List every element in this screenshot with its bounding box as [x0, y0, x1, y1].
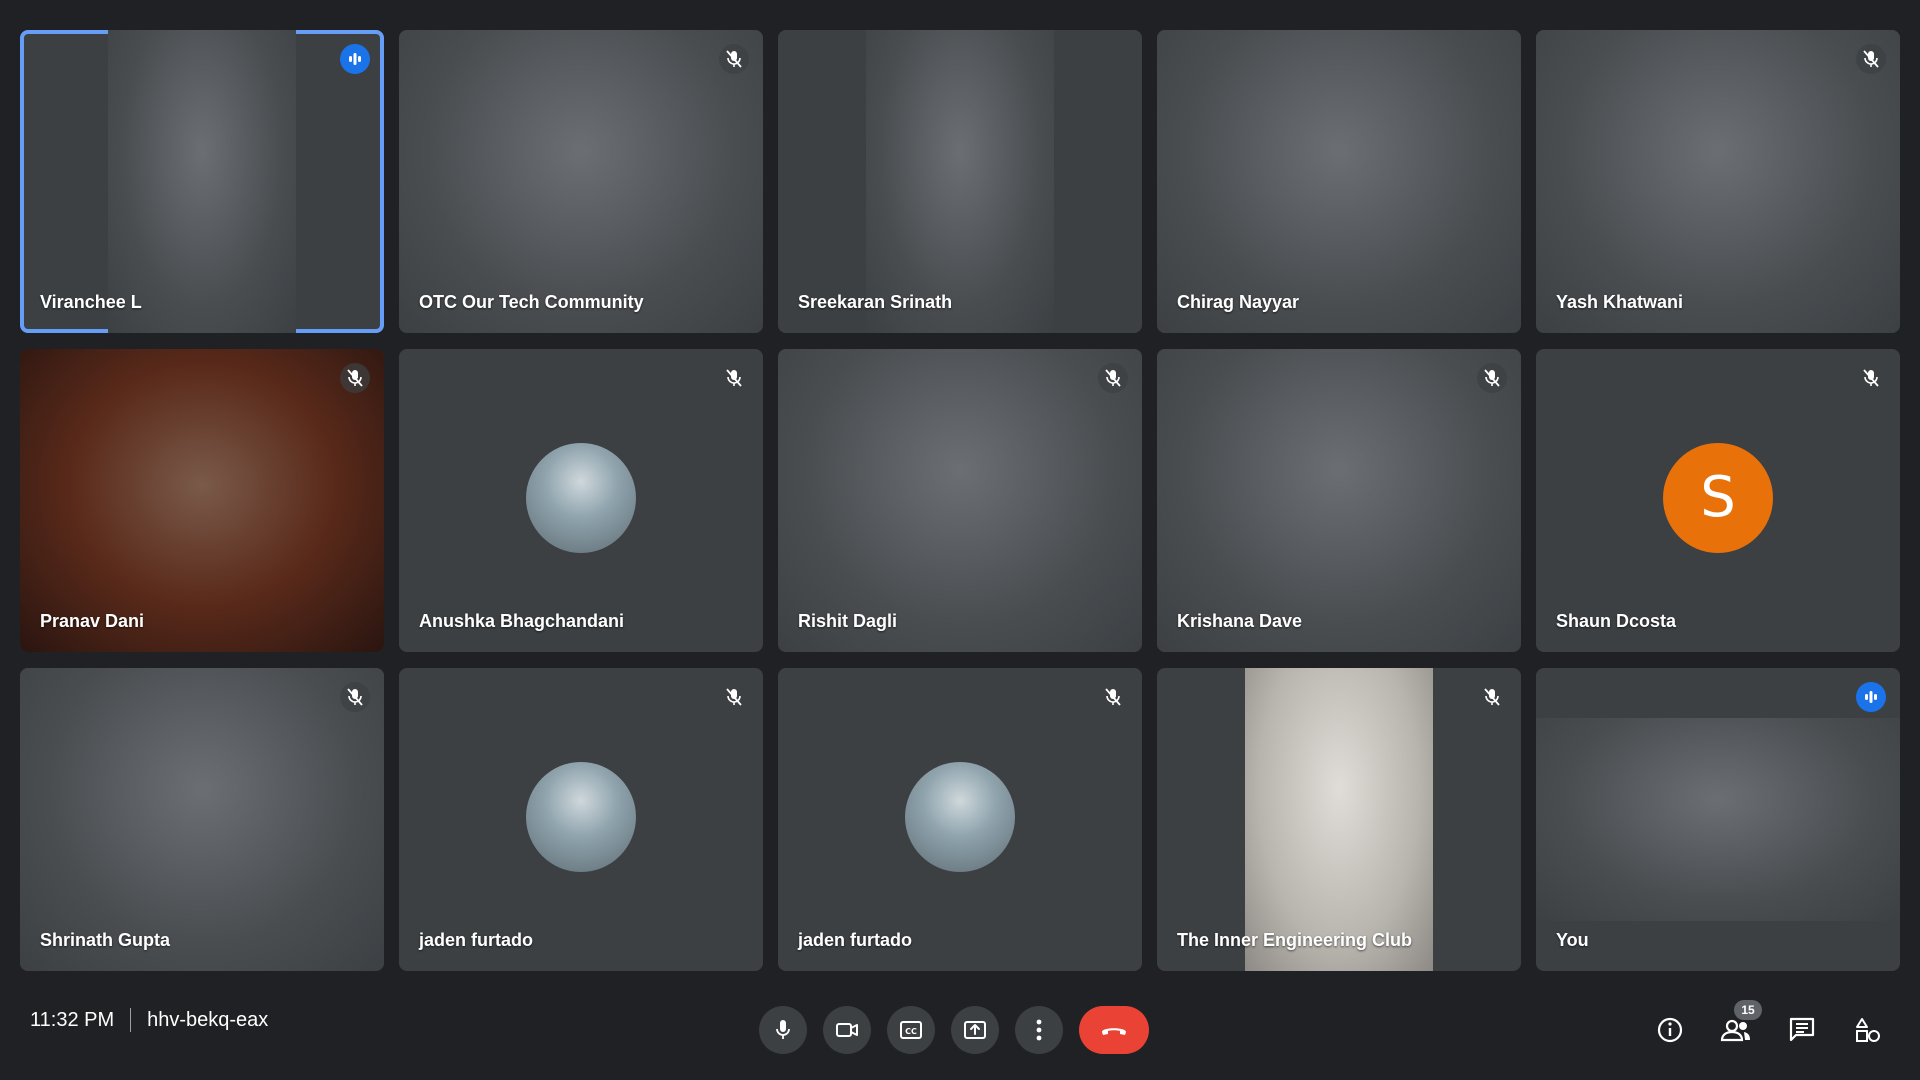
participant-grid: Viranchee L OTC Our Tech Community Sreek…	[20, 30, 1900, 971]
participant-name: Rishit Dagli	[798, 611, 898, 631]
mic-off-icon	[1856, 44, 1886, 74]
video-feed	[1157, 349, 1521, 652]
video-feed	[20, 668, 384, 971]
mic-off-icon	[719, 682, 749, 712]
participant-name: Viranchee L	[40, 292, 142, 312]
side-panel-tools: 15	[1648, 980, 1890, 1080]
more-options-button[interactable]	[1015, 1006, 1063, 1054]
participant-name: OTC Our Tech Community	[419, 292, 644, 312]
meeting-code[interactable]: hhv-bekq-eax	[147, 1009, 268, 1032]
self-video-feed	[1536, 718, 1900, 921]
mic-off-icon	[1477, 682, 1507, 712]
mic-off-icon	[719, 363, 749, 393]
activities-button[interactable]	[1846, 1008, 1890, 1052]
participant-tile-jaden-2[interactable]: jaden furtado	[778, 668, 1142, 971]
participant-tile-viranchee[interactable]: Viranchee L	[20, 30, 384, 333]
people-icon	[1720, 1019, 1750, 1042]
svg-text:CC: CC	[905, 1027, 917, 1036]
video-feed	[1245, 668, 1433, 971]
leave-call-button[interactable]	[1079, 1006, 1149, 1054]
microphone-button[interactable]	[759, 1006, 807, 1054]
participant-name: Yash Khatwani	[1556, 292, 1684, 312]
participant-name: Shrinath Gupta	[40, 930, 170, 950]
participant-tile-shaun[interactable]: S Shaun Dcosta	[1536, 349, 1900, 652]
mic-off-icon	[340, 682, 370, 712]
video-feed	[778, 349, 1142, 652]
participant-name: jaden furtado	[798, 930, 913, 950]
mic-off-icon	[1477, 363, 1507, 393]
activities-icon	[1856, 1018, 1880, 1042]
participant-tile-sreekaran[interactable]: Sreekaran Srinath	[778, 30, 1142, 333]
clock-time: 11:32 PM	[30, 1008, 115, 1031]
video-feed	[108, 30, 296, 333]
participant-name: The Inner Engineering Club	[1177, 930, 1413, 950]
participant-tile-rishit[interactable]: Rishit Dagli	[778, 349, 1142, 652]
video-feed	[20, 349, 384, 652]
profile-photo-avatar	[905, 761, 1015, 872]
participant-tile-jaden-1[interactable]: jaden furtado	[399, 668, 763, 971]
participant-name: Shaun Dcosta	[1556, 611, 1677, 631]
participant-tile-krishana[interactable]: Krishana Dave	[1157, 349, 1521, 652]
participant-name: Chirag Nayyar	[1177, 292, 1300, 312]
video-feed	[1536, 30, 1900, 333]
more-vert-icon	[1036, 1019, 1042, 1041]
mic-off-icon	[340, 363, 370, 393]
info-icon	[1657, 1017, 1683, 1043]
participant-count-badge: 15	[1734, 1000, 1762, 1020]
meeting-info: 11:32 PM hhv-bekq-eax	[30, 1000, 268, 1040]
participant-name: You	[1556, 930, 1589, 950]
video-feed	[866, 30, 1054, 333]
camera-icon	[836, 1023, 858, 1037]
participant-name: Pranav Dani	[40, 611, 145, 631]
mic-off-icon	[719, 44, 749, 74]
captions-icon: CC	[900, 1021, 922, 1039]
present-screen-button[interactable]	[951, 1006, 999, 1054]
end-call-icon	[1102, 1028, 1126, 1035]
profile-photo-avatar	[526, 442, 636, 553]
letter-avatar: S	[1663, 442, 1773, 553]
video-feed	[1157, 30, 1521, 333]
captions-button[interactable]: CC	[887, 1006, 935, 1054]
participant-tile-yash[interactable]: Yash Khatwani	[1536, 30, 1900, 333]
people-button[interactable]: 15	[1714, 1000, 1762, 1052]
profile-photo-avatar	[526, 761, 636, 872]
participant-tile-pranav[interactable]: Pranav Dani	[20, 349, 384, 652]
participant-name: Anushka Bhagchandani	[419, 611, 625, 631]
participant-tile-inner-engineering[interactable]: The Inner Engineering Club	[1157, 668, 1521, 971]
participant-tile-chirag[interactable]: Chirag Nayyar	[1157, 30, 1521, 333]
mic-off-icon	[1856, 363, 1886, 393]
present-screen-icon	[964, 1021, 986, 1039]
participant-tile-shrinath[interactable]: Shrinath Gupta	[20, 668, 384, 971]
chat-button[interactable]	[1780, 1008, 1824, 1052]
participant-name: Krishana Dave	[1177, 611, 1303, 631]
call-controls: CC	[759, 980, 1149, 1080]
participant-tile-you[interactable]: You	[1536, 668, 1900, 971]
video-feed	[399, 30, 763, 333]
participant-name: jaden furtado	[419, 930, 534, 950]
participant-tile-otc[interactable]: OTC Our Tech Community	[399, 30, 763, 333]
bottom-toolbar: 11:32 PM hhv-bekq-eax CC 15	[0, 980, 1920, 1080]
mic-off-icon	[1098, 682, 1128, 712]
microphone-icon	[776, 1020, 790, 1039]
camera-button[interactable]	[823, 1006, 871, 1054]
mic-off-icon	[1098, 363, 1128, 393]
participant-tile-anushka[interactable]: Anushka Bhagchandani	[399, 349, 763, 652]
participant-name: Sreekaran Srinath	[798, 292, 953, 312]
meeting-details-button[interactable]	[1648, 1008, 1692, 1052]
divider	[130, 1008, 132, 1032]
speaking-indicator-icon	[1856, 682, 1886, 712]
speaking-indicator-icon	[340, 44, 370, 74]
chat-icon	[1789, 1017, 1815, 1042]
